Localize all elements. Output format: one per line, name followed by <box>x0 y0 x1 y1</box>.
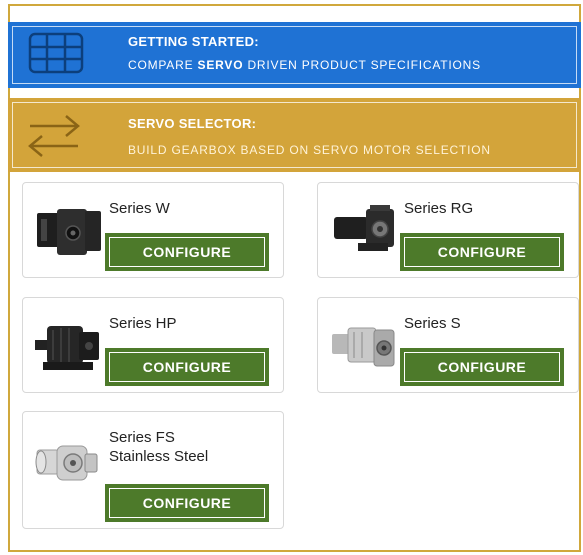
product-name-line1: Series FS <box>109 429 175 446</box>
configure-button-label: CONFIGURE <box>404 237 560 267</box>
product-card-series-hp: Series HP CONFIGURE <box>22 297 284 393</box>
product-name-line2: Stainless Steel <box>109 448 209 465</box>
banner-border <box>12 102 577 168</box>
series-fs-gearbox-image <box>35 445 98 481</box>
servo-selector-title: SERVO SELECTOR: <box>128 116 257 131</box>
configure-button-label: CONFIGURE <box>404 352 560 382</box>
series-s-gearbox-image <box>332 327 395 367</box>
configure-button[interactable]: CONFIGURE <box>400 233 564 271</box>
series-w-gearbox-image <box>37 209 101 255</box>
series-rg-gearbox-image <box>334 205 394 251</box>
swap-arrows-icon <box>28 115 80 157</box>
series-hp-gearbox-image <box>35 326 99 370</box>
configure-button[interactable]: CONFIGURE <box>105 233 269 271</box>
getting-started-banner[interactable]: GETTING STARTED: COMPARE SERVO DRIVEN PR… <box>8 22 581 88</box>
product-card-series-rg: Series RG CONFIGURE <box>317 182 579 278</box>
banner-border <box>12 26 577 84</box>
product-card-series-fs: Series FS Stainless Steel CONFIGURE <box>22 411 284 529</box>
configure-button-label: CONFIGURE <box>109 237 265 267</box>
getting-started-title: GETTING STARTED: <box>128 34 259 49</box>
product-card-series-s: Series S CONFIGURE <box>317 297 579 393</box>
configure-button[interactable]: CONFIGURE <box>400 348 564 386</box>
servo-selector-subtitle: BUILD GEARBOX BASED ON SERVO MOTOR SELEC… <box>128 143 491 157</box>
grid-table-icon <box>28 32 84 74</box>
product-name: Series HP <box>109 315 177 332</box>
subtitle-text-pre: COMPARE <box>128 58 198 72</box>
product-name: Series W <box>109 200 170 217</box>
getting-started-subtitle: COMPARE SERVO DRIVEN PRODUCT SPECIFICATI… <box>128 58 481 72</box>
configure-button[interactable]: CONFIGURE <box>105 484 269 522</box>
configure-button-label: CONFIGURE <box>109 352 265 382</box>
subtitle-text-bold: SERVO <box>197 58 244 72</box>
product-name: Series RG <box>404 200 474 217</box>
configure-button-label: CONFIGURE <box>109 488 265 518</box>
servo-selector-banner[interactable]: SERVO SELECTOR: BUILD GEARBOX BASED ON S… <box>8 98 581 172</box>
subtitle-text-post: DRIVEN PRODUCT SPECIFICATIONS <box>243 58 481 72</box>
configure-button[interactable]: CONFIGURE <box>105 348 269 386</box>
product-name: Series FS Stainless Steel <box>109 428 279 466</box>
product-card-series-w: Series W CONFIGURE <box>22 182 284 278</box>
product-name: Series S <box>404 315 461 332</box>
